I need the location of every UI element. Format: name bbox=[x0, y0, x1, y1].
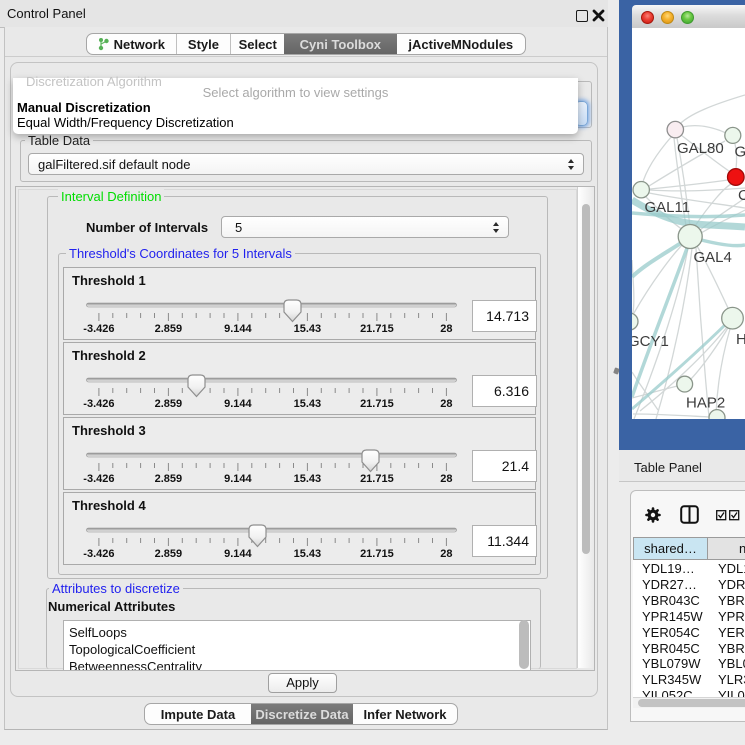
svg-text:GAL4: GAL4 bbox=[694, 249, 732, 266]
svg-text:GAL11: GAL11 bbox=[645, 199, 691, 216]
svg-text:GA: GA bbox=[735, 144, 745, 161]
svg-text:H: H bbox=[736, 331, 745, 348]
svg-text:C: C bbox=[738, 187, 745, 204]
svg-text:HAP2: HAP2 bbox=[686, 395, 725, 412]
svg-text:GCY1: GCY1 bbox=[632, 333, 669, 350]
svg-text:GAL80: GAL80 bbox=[677, 140, 724, 157]
